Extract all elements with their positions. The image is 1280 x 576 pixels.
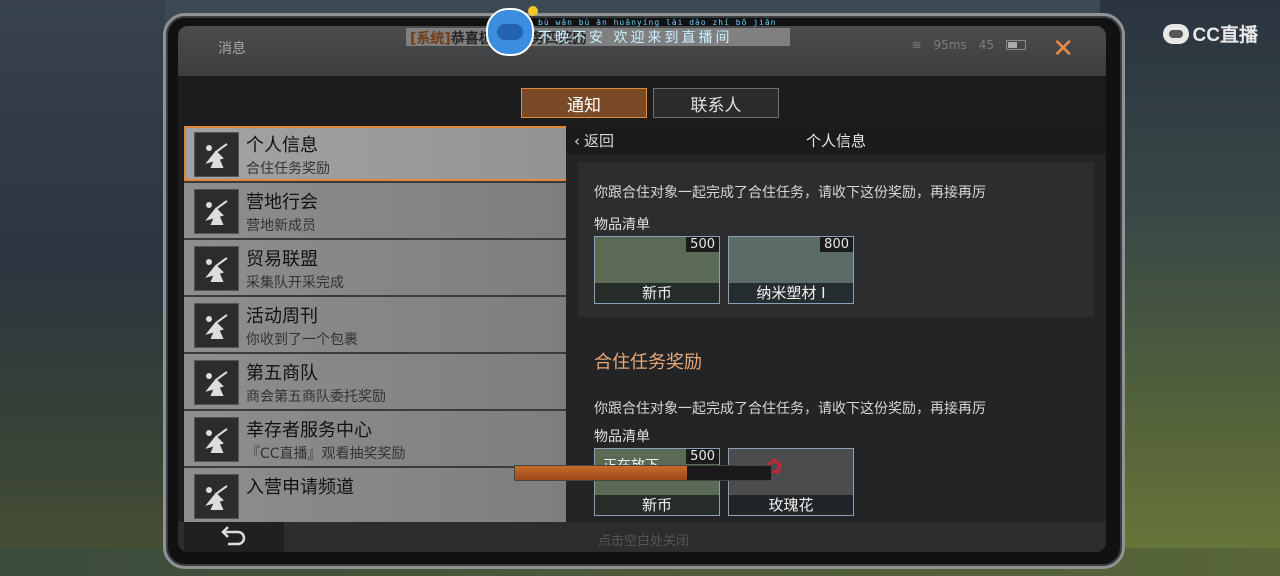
danmu-pinyin: bù wǎn bù ān huānyíng lái dào zhí bō jiā… [538, 17, 777, 27]
item-list-label: 物品清单 [594, 429, 650, 445]
message-item-personal[interactable]: 个人信息 合住任务奖励 [184, 126, 568, 181]
reward-qty: 800 [820, 237, 853, 252]
claim-hint: 点击空白处关闭 [598, 534, 690, 549]
danmu-welcome: bù wǎn bù ān huānyíng lái dào zhí bō jiā… [486, 6, 776, 56]
message-item-survivor-center[interactable]: 幸存者服务中心 『CC直播』观看抽奖奖励 [184, 411, 568, 466]
status-bar: ≋ 95ms 45 [911, 38, 1026, 52]
danmu-text-block: bù wǎn bù ān huānyíng lái dào zhí bō jiā… [538, 18, 776, 47]
section-title: 合住任务奖励 [594, 352, 702, 373]
message-detail: ‹ 返回 个人信息 你跟合住对象一起完成了合住任务，请收下这份奖励，再接再厉 物… [566, 126, 1106, 522]
reward-description: 你跟合住对象一起完成了合住任务，请收下这份奖励，再接再厉 [594, 401, 986, 417]
tab-contacts[interactable]: 联系人 [653, 88, 779, 118]
detail-header: ‹ 返回 个人信息 [566, 126, 1106, 154]
message-subtitle: 合住任务奖励 [246, 161, 330, 177]
progress-fill [515, 466, 687, 480]
satellite-dish-icon [194, 417, 239, 462]
satellite-dish-icon [194, 360, 239, 405]
message-item-caravan[interactable]: 第五商队 商会第五商队委托奖励 [184, 354, 568, 409]
reward-card: 你跟合住对象一起完成了合住任务，请收下这份奖励，再接再厉 物品清单 500 新币… [578, 162, 1094, 317]
message-title: 幸存者服务中心 [246, 420, 372, 441]
return-button[interactable] [184, 522, 284, 552]
cc-brand-text: CC直播 [1192, 25, 1258, 46]
tab-bar: 通知 联系人 [521, 88, 779, 118]
background-left [0, 0, 165, 576]
reward-item-coin[interactable]: 500 正在放下… 新币 [594, 448, 720, 516]
reward-name: 纳米塑材 I [729, 283, 853, 303]
message-screen: 消息 [系统]恭喜极 … 任务四奖励 ≋ 95ms 45 ✕ 通知 联系人 个人… [178, 26, 1106, 552]
message-item-trade-alliance[interactable]: 贸易联盟 采集队开采完成 [184, 240, 568, 295]
message-subtitle: 你收到了一个包裹 [246, 332, 358, 348]
satellite-dish-icon [194, 132, 239, 177]
fps-value: 45 [978, 38, 994, 52]
marquee-tag: [系统] [410, 31, 451, 46]
reward-item-coin[interactable]: 500 新币 [594, 236, 720, 304]
message-subtitle: 采集队开采完成 [246, 275, 344, 291]
message-item-weekly[interactable]: 活动周刊 你收到了一个包裹 [184, 297, 568, 352]
placing-progress-bar [514, 465, 772, 481]
message-title: 个人信息 [246, 135, 318, 156]
message-item-camp-guild[interactable]: 营地行会 营地新成员 [184, 183, 568, 238]
background-right [1100, 0, 1280, 576]
close-button[interactable]: ✕ [1052, 34, 1074, 64]
reward-item-rose[interactable]: ✿ 玫瑰花 [728, 448, 854, 516]
satellite-dish-icon [194, 246, 239, 291]
reward-qty: 500 [686, 449, 719, 464]
message-title: 营地行会 [246, 192, 318, 213]
return-arrow-icon [221, 526, 246, 546]
reward-name: 玫瑰花 [729, 495, 853, 515]
danmu-message: 不晚不安 欢迎来到直播间 [538, 29, 733, 46]
satellite-dish-icon [194, 474, 239, 519]
reward-qty: 500 [686, 237, 719, 252]
detail-title: 个人信息 [805, 132, 866, 150]
message-title: 入营申请频道 [246, 477, 354, 498]
wifi-icon: ≋ [911, 38, 922, 52]
battery-icon [1006, 40, 1026, 50]
satellite-dish-icon [194, 303, 239, 348]
message-item-camp-application[interactable]: 入营申请频道 [184, 468, 568, 522]
tablet-frame: 消息 [系统]恭喜极 … 任务四奖励 ≋ 95ms 45 ✕ 通知 联系人 个人… [163, 6, 1125, 569]
message-title: 活动周刊 [246, 306, 318, 327]
message-list: 个人信息 合住任务奖励 营地行会 营地新成员 贸易联盟 采集队开采完成 活动周刊… [184, 126, 570, 522]
item-list-label: 物品清单 [594, 217, 650, 233]
cc-logo-icon [1162, 23, 1189, 44]
reward-item-nano-plastic[interactable]: 800 纳米塑材 I [728, 236, 854, 304]
bottom-bar: 点击空白处关闭 [178, 522, 1106, 552]
message-subtitle: 『CC直播』观看抽奖奖励 [246, 446, 406, 462]
ping-value: 95ms [933, 38, 967, 52]
message-title: 贸易联盟 [246, 249, 318, 270]
message-title: 第五商队 [246, 363, 318, 384]
satellite-dish-icon [194, 189, 239, 234]
message-subtitle: 商会第五商队委托奖励 [246, 389, 386, 405]
tab-notifications[interactable]: 通知 [521, 88, 647, 118]
cc-watermark: CC直播 [1162, 20, 1258, 47]
window-title: 消息 [218, 41, 246, 57]
reward-name: 新币 [595, 495, 719, 515]
reward-name: 新币 [595, 283, 719, 303]
reward-description: 你跟合住对象一起完成了合住任务，请收下这份奖励，再接再厉 [594, 185, 986, 201]
mascot-icon [486, 6, 538, 56]
message-subtitle: 营地新成员 [246, 218, 316, 234]
